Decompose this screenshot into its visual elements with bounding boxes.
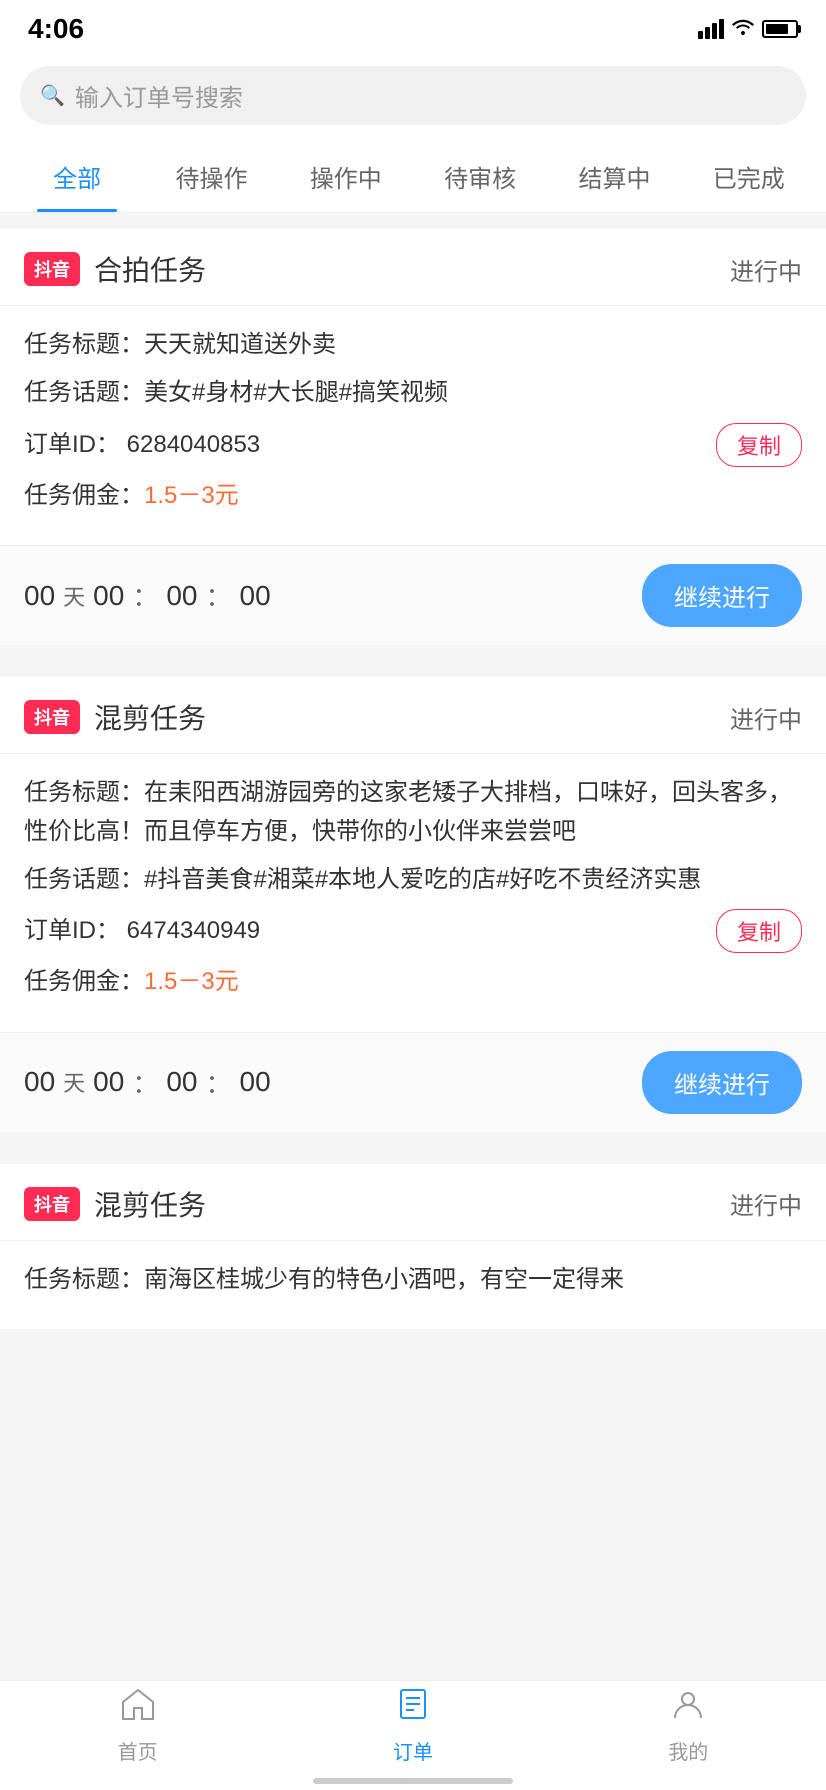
status-time: 4:06 (28, 13, 84, 45)
card-1-sep1: ： (132, 577, 158, 614)
card-2-days: 00 (24, 1066, 55, 1098)
douyin-badge-1: 抖音 (24, 252, 80, 286)
card-2-header-left: 抖音 混剪任务 (24, 697, 206, 737)
signal-icon (698, 19, 724, 39)
card-2-commission: 任务佣金：1.5－3元 (24, 963, 802, 1001)
card-2-status: 进行中 (730, 700, 802, 735)
card-2-task-title: 任务标题：在耒阳西湖游园旁的这家老矮子大排档，口味好，回头客多，性价比高！而且停… (24, 774, 802, 851)
task-card-1: 抖音 合拍任务 进行中 任务标题：天天就知道送外卖 任务话题：美女#身材#大长腿… (0, 229, 826, 645)
card-2-footer: 00 天 00 ： 00 ： 00 继续进行 (0, 1032, 826, 1132)
home-icon (120, 1686, 156, 1731)
card-1-days-unit: 天 (63, 580, 85, 612)
tabs-bar: 全部 待操作 操作中 待审核 结算中 已完成 (0, 141, 826, 213)
card-1-sep2: ： (206, 577, 232, 614)
card-2-order-id: 订单ID： 6474340949 (24, 912, 260, 950)
card-1-copy-btn[interactable]: 复制 (716, 423, 802, 467)
tab-review[interactable]: 待审核 (413, 141, 547, 212)
card-1-hours: 00 (93, 580, 124, 612)
card-3-status: 进行中 (730, 1186, 802, 1221)
search-bar-wrap: 🔍 输入订单号搜索 (0, 54, 826, 141)
card-2-copy-btn[interactable]: 复制 (716, 909, 802, 953)
status-icons (698, 17, 798, 41)
order-icon (395, 1686, 431, 1731)
nav-mine-label: 我的 (668, 1736, 708, 1765)
card-3-body: 任务标题：南海区桂城少有的特色小酒吧，有空一定得来 (0, 1241, 826, 1329)
card-2-header: 抖音 混剪任务 进行中 (0, 677, 826, 754)
mine-icon (670, 1686, 706, 1731)
card-2-task-tags: 任务话题：#抖音美食#湘菜#本地人爱吃的店#好吃不贵经济实惠 (24, 861, 802, 899)
card-3-title: 混剪任务 (94, 1184, 206, 1224)
card-1-task-title: 任务标题：天天就知道送外卖 (24, 326, 802, 364)
card-2-days-unit: 天 (63, 1066, 85, 1098)
card-3-header: 抖音 混剪任务 进行中 (0, 1164, 826, 1241)
bottom-nav: 首页 订单 我的 (0, 1680, 826, 1790)
card-1-title: 合拍任务 (94, 249, 206, 289)
tab-billing[interactable]: 结算中 (547, 141, 681, 212)
home-indicator (313, 1778, 513, 1784)
douyin-badge-2: 抖音 (24, 700, 80, 734)
nav-mine[interactable]: 我的 (551, 1681, 826, 1770)
card-1-commission-value: 1.5－3元 (144, 482, 239, 509)
card-2-title: 混剪任务 (94, 697, 206, 737)
tab-in-progress[interactable]: 操作中 (279, 141, 413, 212)
card-3-header-left: 抖音 混剪任务 (24, 1184, 206, 1224)
battery-icon (762, 20, 798, 38)
card-2-commission-label: 任务佣金： (24, 968, 144, 995)
search-bar[interactable]: 🔍 输入订单号搜索 (20, 66, 806, 125)
douyin-badge-3: 抖音 (24, 1187, 80, 1221)
card-2-order-id-row: 订单ID： 6474340949 复制 (24, 909, 802, 953)
card-3-task-title: 任务标题：南海区桂城少有的特色小酒吧，有空一定得来 (24, 1261, 802, 1299)
card-2-hours: 00 (93, 1066, 124, 1098)
card-2-minutes: 00 (166, 1066, 197, 1098)
tab-all[interactable]: 全部 (10, 141, 144, 212)
card-1-task-tags: 任务话题：美女#身材#大长腿#搞笑视频 (24, 374, 802, 412)
card-2-countdown: 00 天 00 ： 00 ： 00 (24, 1064, 271, 1101)
task-card-3: 抖音 混剪任务 进行中 任务标题：南海区桂城少有的特色小酒吧，有空一定得来 (0, 1164, 826, 1329)
card-2-sep1: ： (132, 1064, 158, 1101)
content-area: 抖音 合拍任务 进行中 任务标题：天天就知道送外卖 任务话题：美女#身材#大长腿… (0, 213, 826, 1465)
search-icon: 🔍 (40, 83, 65, 108)
task-card-2: 抖音 混剪任务 进行中 任务标题：在耒阳西湖游园旁的这家老矮子大排档，口味好，回… (0, 677, 826, 1132)
card-1-order-id-row: 订单ID： 6284040853 复制 (24, 423, 802, 467)
tab-done[interactable]: 已完成 (682, 141, 816, 212)
card-2-body: 任务标题：在耒阳西湖游园旁的这家老矮子大排档，口味好，回头客多，性价比高！而且停… (0, 754, 826, 1032)
nav-order[interactable]: 订单 (275, 1681, 550, 1770)
card-1-days: 00 (24, 580, 55, 612)
card-1-header-left: 抖音 合拍任务 (24, 249, 206, 289)
card-2-commission-value: 1.5－3元 (144, 968, 239, 995)
nav-home[interactable]: 首页 (0, 1681, 275, 1770)
card-1-order-id: 订单ID： 6284040853 (24, 426, 260, 464)
card-2-seconds: 00 (240, 1066, 271, 1098)
card-1-commission: 任务佣金：1.5－3元 (24, 477, 802, 515)
card-1-seconds: 00 (240, 580, 271, 612)
card-1-status: 进行中 (730, 252, 802, 287)
search-placeholder: 输入订单号搜索 (75, 78, 243, 113)
wifi-icon (732, 17, 754, 41)
status-bar: 4:06 (0, 0, 826, 54)
card-1-header: 抖音 合拍任务 进行中 (0, 229, 826, 306)
card-1-continue-btn[interactable]: 继续进行 (642, 564, 802, 627)
card-2-continue-btn[interactable]: 继续进行 (642, 1051, 802, 1114)
card-1-body: 任务标题：天天就知道送外卖 任务话题：美女#身材#大长腿#搞笑视频 订单ID： … (0, 306, 826, 545)
card-1-countdown: 00 天 00 ： 00 ： 00 (24, 577, 271, 614)
card-1-footer: 00 天 00 ： 00 ： 00 继续进行 (0, 545, 826, 645)
card-1-commission-label: 任务佣金： (24, 482, 144, 509)
tab-pending[interactable]: 待操作 (144, 141, 278, 212)
card-1-minutes: 00 (166, 580, 197, 612)
card-2-sep2: ： (206, 1064, 232, 1101)
nav-home-label: 首页 (118, 1736, 158, 1765)
nav-order-label: 订单 (393, 1736, 433, 1765)
